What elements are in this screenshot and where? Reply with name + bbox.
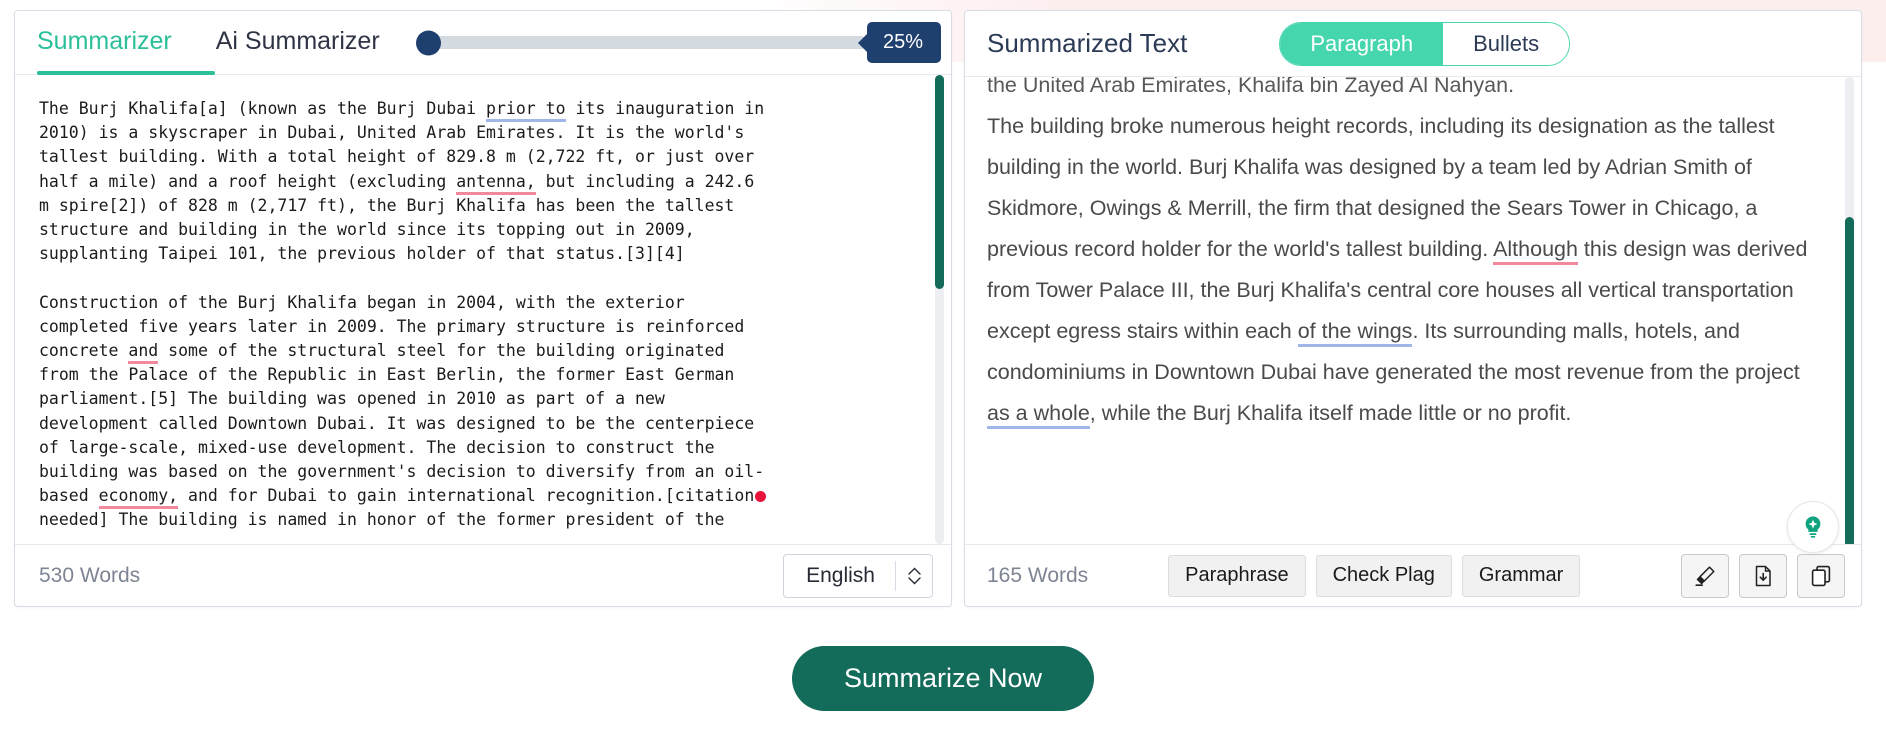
- source-panel-header: Summarizer Ai Summarizer 25%: [15, 11, 951, 75]
- src-p2-d: needed] The building is named in honor o…: [39, 510, 725, 530]
- summary-clipped-line: the United Arab Emirates, Khalifa bin Za…: [987, 77, 1515, 97]
- summary-panel-header: Summarized Text Paragraph Bullets: [965, 11, 1861, 77]
- summary-highlight-as-a-whole[interactable]: as a whole: [987, 401, 1090, 429]
- summarize-now-button[interactable]: Summarize Now: [791, 646, 1095, 711]
- grammar-button[interactable]: Grammar: [1461, 554, 1581, 597]
- language-stepper-arrows[interactable]: [896, 567, 932, 585]
- ai-assistant-button[interactable]: [1787, 501, 1839, 553]
- src-p2-b: some of the structural steel for the bui…: [39, 341, 765, 506]
- highlighter-button[interactable]: [1681, 553, 1729, 598]
- error-marker-dot[interactable]: [755, 491, 767, 503]
- language-selected-value: English: [806, 563, 875, 587]
- summary-text-area[interactable]: the United Arab Emirates, Khalifa bin Za…: [965, 77, 1861, 544]
- view-mode-paragraph-label: Paragraph: [1310, 30, 1414, 56]
- source-word-count: 530 Words: [39, 563, 141, 587]
- summary-panel-title: Summarized Text: [987, 28, 1188, 58]
- slider-percent-label: 25%: [882, 31, 923, 53]
- cta-container: Summarize Now: [0, 646, 1886, 711]
- slider-track[interactable]: [415, 30, 867, 55]
- source-panel-footer: 530 Words English: [15, 544, 951, 606]
- tab-ai-summarizer-label: Ai Summarizer: [215, 27, 380, 55]
- summary-text: the United Arab Emirates, Khalifa bin Za…: [987, 77, 1817, 434]
- chevron-down-icon: [907, 576, 921, 584]
- summary-highlight-of-the-wings[interactable]: of the wings: [1297, 319, 1413, 347]
- summary-length-slider[interactable]: 25%: [415, 22, 941, 63]
- src-p2-highlight-and[interactable]: and: [128, 341, 159, 365]
- summary-word-count: 165 Words: [987, 563, 1089, 587]
- download-document-icon: [1755, 565, 1771, 586]
- chevron-up-icon: [907, 567, 921, 575]
- source-text-area[interactable]: The Burj Khalifa[a] (known as the Burj D…: [15, 75, 951, 544]
- download-button[interactable]: [1739, 553, 1787, 598]
- view-mode-bullets-label: Bullets: [1473, 30, 1540, 56]
- src-p1-highlight-blue[interactable]: prior to: [486, 99, 566, 122]
- tab-ai-summarizer[interactable]: Ai Summarizer: [194, 13, 402, 72]
- lightbulb-icon: [1805, 516, 1821, 538]
- panels-container: Summarizer Ai Summarizer 25% The Burj Kh…: [0, 0, 1886, 607]
- summary-sentence-4b: , while the Burj Khalifa itself made lit…: [1089, 401, 1572, 425]
- source-paragraph-1: The Burj Khalifa[a] (known as the Burj D…: [39, 97, 911, 533]
- src-p1-a: The Burj Khalifa[a] (known as the Burj D…: [39, 99, 487, 118]
- summary-scrollbar-thumb[interactable]: [1845, 217, 1854, 544]
- tab-summarizer-label: Summarizer: [37, 27, 172, 55]
- check-plagiarism-button[interactable]: Check Plag: [1315, 554, 1452, 597]
- summary-panel-footer: 165 Words Paraphrase Check Plag Grammar: [965, 501, 1861, 606]
- view-mode-paragraph[interactable]: Paragraph: [1280, 22, 1444, 65]
- paraphrase-button[interactable]: Paraphrase: [1168, 554, 1306, 597]
- slider-thumb[interactable]: [415, 30, 441, 55]
- src-p2-highlight-economy[interactable]: economy,: [98, 486, 179, 510]
- copy-icon: [1811, 565, 1831, 586]
- source-scrollbar-thumb[interactable]: [935, 75, 944, 289]
- summary-panel: Summarized Text Paragraph Bullets the Un…: [964, 10, 1862, 607]
- source-panel: Summarizer Ai Summarizer 25% The Burj Kh…: [14, 10, 952, 607]
- view-mode-toggle[interactable]: Paragraph Bullets: [1279, 21, 1571, 66]
- src-p1-highlight-pink[interactable]: antenna,: [456, 171, 536, 195]
- slider-percent-badge: 25%: [866, 22, 941, 63]
- summarizer-app: Summarizer Ai Summarizer 25% The Burj Kh…: [0, 0, 1886, 732]
- summary-sentence-3b: .: [1412, 319, 1419, 343]
- copy-button[interactable]: [1797, 553, 1845, 598]
- tab-summarizer[interactable]: Summarizer: [15, 13, 194, 72]
- src-p2-c: and for Dubai to gain international reco…: [178, 486, 755, 506]
- highlighter-icon: [1695, 565, 1715, 586]
- view-mode-bullets[interactable]: Bullets: [1443, 22, 1570, 65]
- summary-highlight-although[interactable]: Although: [1493, 237, 1578, 265]
- language-selector[interactable]: English: [783, 553, 933, 598]
